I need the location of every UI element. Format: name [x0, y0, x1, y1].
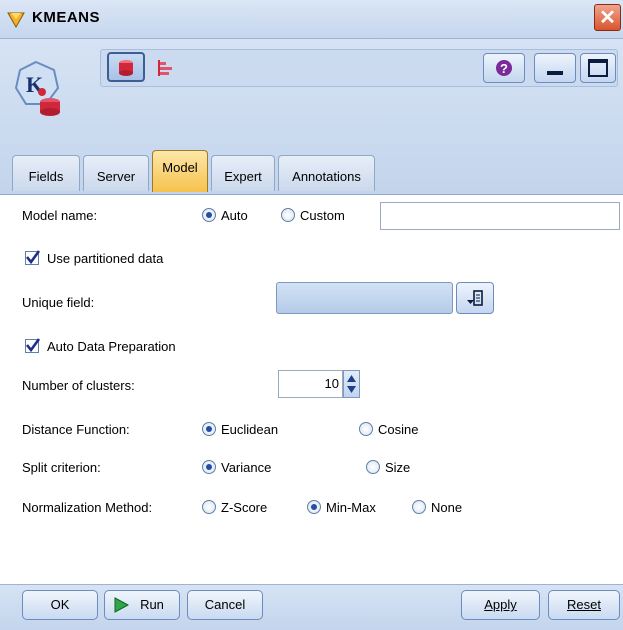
distance-cosine-label: Cosine — [378, 422, 419, 437]
checkmark-icon — [25, 338, 41, 353]
field-picker-icon — [467, 290, 483, 306]
kmeans-model-icon: K — [14, 60, 60, 116]
distance-euclidean-label: Euclidean — [221, 422, 279, 437]
tab-annotations[interactable]: Annotations — [278, 155, 375, 191]
distance-euclidean-radio[interactable] — [202, 422, 216, 436]
split-variance-label: Variance — [221, 460, 272, 475]
help-button[interactable]: ? — [483, 53, 525, 83]
tab-annotations-label: Annotations — [292, 169, 361, 184]
kmeans-node-icon — [7, 12, 25, 29]
database-icon — [119, 60, 133, 76]
model-name-auto-label: Auto — [221, 208, 248, 223]
norm-none-label: None — [431, 500, 463, 515]
unique-field-label: Unique field: — [22, 295, 95, 310]
distance-cosine-radio[interactable] — [359, 422, 373, 436]
tab-expert[interactable]: Expert — [211, 155, 275, 191]
split-variance-radio[interactable] — [202, 460, 216, 474]
tab-server[interactable]: Server — [83, 155, 149, 191]
norm-zscore-label: Z-Score — [221, 500, 268, 515]
apply-button[interactable]: Apply — [461, 590, 540, 620]
bar-chart-icon — [158, 60, 172, 76]
unique-field-selector[interactable] — [276, 282, 453, 314]
ok-button[interactable]: OK — [22, 590, 98, 620]
tab-server-label: Server — [96, 169, 136, 184]
model-name-custom-input[interactable] — [380, 202, 620, 230]
apply-button-label: Apply — [484, 597, 517, 612]
tab-model-label: Model — [162, 160, 198, 175]
split-label: Split criterion: — [22, 460, 101, 475]
run-icon — [114, 597, 129, 613]
model-name-custom-label: Custom — [300, 208, 345, 223]
use-partitioned-checkbox[interactable] — [25, 250, 41, 265]
split-size-radio[interactable] — [366, 460, 380, 474]
tab-expert-label: Expert — [224, 169, 262, 184]
run-button[interactable]: Run — [104, 590, 180, 620]
tab-model[interactable]: Model — [152, 150, 208, 192]
maximize-icon — [588, 59, 608, 77]
help-icon: ? — [496, 60, 512, 76]
chart-toolbar-button[interactable] — [152, 54, 182, 82]
norm-zscore-radio[interactable] — [202, 500, 216, 514]
field-picker-button[interactable] — [456, 282, 494, 314]
model-name-label: Model name: — [22, 208, 98, 223]
close-button[interactable]: ✕ — [594, 4, 621, 31]
tab-fields-label: Fields — [28, 169, 64, 184]
minimize-icon — [547, 71, 563, 75]
svg-text:?: ? — [500, 61, 508, 76]
model-name-auto-radio[interactable] — [202, 208, 216, 222]
norm-minmax-radio[interactable] — [307, 500, 321, 514]
model-name-custom-radio[interactable] — [281, 208, 295, 222]
distance-label: Distance Function: — [22, 422, 130, 437]
window-title: KMEANS — [32, 9, 101, 26]
norm-label: Normalization Method: — [22, 500, 153, 515]
reset-button[interactable]: Reset — [548, 590, 620, 620]
auto-prep-label: Auto Data Preparation — [47, 339, 176, 354]
use-partitioned-label: Use partitioned data — [47, 251, 164, 266]
database-toolbar-button[interactable] — [107, 52, 145, 82]
num-clusters-spinner[interactable] — [343, 370, 360, 398]
title-bar: KMEANS ✕ — [0, 0, 623, 39]
norm-minmax-label: Min-Max — [326, 500, 376, 515]
cancel-button[interactable]: Cancel — [187, 590, 263, 620]
split-size-label: Size — [385, 460, 411, 475]
maximize-button[interactable] — [580, 53, 616, 83]
spinner-arrows-icon — [347, 375, 356, 393]
tab-fields[interactable]: Fields — [12, 155, 80, 191]
reset-button-label: Reset — [567, 597, 601, 612]
minimize-button[interactable] — [534, 53, 576, 83]
checkmark-icon — [25, 250, 41, 265]
run-button-label: Run — [140, 597, 164, 612]
auto-prep-checkbox[interactable] — [25, 338, 41, 353]
num-clusters-label: Number of clusters: — [22, 378, 135, 393]
norm-none-radio[interactable] — [412, 500, 426, 514]
num-clusters-input[interactable]: 10 — [278, 370, 343, 398]
